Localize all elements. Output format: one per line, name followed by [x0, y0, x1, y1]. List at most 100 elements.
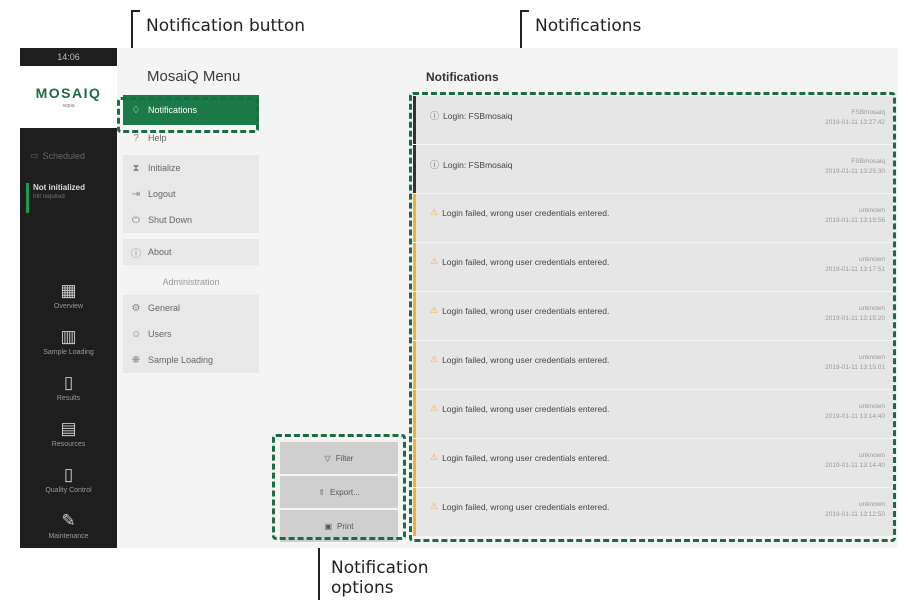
menu-item-sample-loading[interactable]: ❋ Sample Loading [123, 347, 259, 373]
resources-icon: ▤ [60, 419, 77, 438]
notification-meta: unknown 2019-01-11 13:15:20 [825, 304, 885, 324]
warning-icon: ⚠ [430, 305, 439, 315]
notification-message: Login failed, wrong user credentials ent… [442, 501, 610, 512]
menu-item-notifications[interactable]: ♢ Notifications [123, 95, 259, 125]
menu-item-help[interactable]: ? Help [123, 125, 259, 151]
rail-status[interactable]: ▭ Scheduled [30, 150, 107, 161]
callout-notification-options-line2: options [331, 578, 394, 598]
logout-icon: ⇥ [131, 188, 141, 200]
export-button-label: Export... [329, 487, 360, 497]
menu-item-label: Help [148, 133, 167, 143]
menu-item-shut-down[interactable]: ⏻ Shut Down [123, 207, 259, 233]
notification-item[interactable]: ⚠ Login failed, wrong user credentials en… [413, 390, 893, 438]
notification-time: 2019-01-11 13:25:30 [825, 168, 885, 175]
print-button[interactable]: ▣ Print [280, 510, 398, 542]
notification-user: unknown [858, 305, 885, 312]
rail-item-label: Overview [53, 303, 84, 310]
menu-item-users[interactable]: ☺ Users [123, 321, 259, 347]
users-icon: ☺ [131, 328, 142, 340]
notification-message: Login failed, wrong user credentials ent… [442, 207, 610, 218]
qc-icon: ▯ [63, 465, 74, 484]
rail-item-label: Resources [51, 441, 86, 448]
callout-line-notification-button-tick [131, 10, 140, 12]
notification-time: 2019-01-11 13:27:42 [825, 119, 885, 126]
notification-time: 2019-01-11 13:17:51 [825, 266, 885, 273]
notification-user: unknown [858, 207, 885, 214]
menu-item-label: Users [148, 329, 172, 339]
menu-group-session: ⧗ Initialize ⇥ Logout ⏻ Shut Down [123, 155, 259, 233]
init-status[interactable]: Not initialized Init required [26, 183, 111, 213]
bell-icon: ♢ [131, 104, 141, 116]
rail-item-quality-control[interactable]: ▯ Quality Control [20, 457, 117, 503]
notification-time: 2019-01-11 13:15:01 [825, 364, 885, 371]
power-icon: ⏻ [132, 214, 140, 226]
notification-item[interactable]: ⓘ Login: FSBmosaiq FSBmosaiq 2019-01-11 13… [413, 145, 893, 193]
menu-item-logout[interactable]: ⇥ Logout [123, 181, 259, 207]
notification-message-row: ⚠ Login failed, wrong user credentials en… [430, 501, 609, 512]
export-button[interactable]: ⇪ Export... [280, 476, 398, 508]
menu-item-label: Initialize [148, 163, 181, 173]
notifications-title: Notifications [426, 70, 499, 84]
notification-meta: FSBmosaiq 2019-01-11 13:27:42 [825, 108, 885, 128]
menu-panel: ♢ Notifications ? Help ⧗ Initialize ⇥ Lo… [123, 95, 259, 379]
rail-item-sample-loading[interactable]: ▥ Sample Loading [20, 319, 117, 365]
notification-item[interactable]: ⚠ Login failed, wrong user credentials en… [413, 292, 893, 340]
notification-user: FSBmosaiq [851, 109, 885, 116]
notification-time: 2019-01-11 13:12:50 [825, 511, 885, 518]
menu-section-administration: Administration [162, 277, 220, 287]
rail-item-label: Sample Loading [43, 349, 94, 356]
help-icon: ? [133, 132, 139, 144]
notification-message: Login failed, wrong user credentials ent… [442, 354, 610, 365]
grid-icon: ▦ [60, 281, 77, 300]
notification-time: 2019-01-11 13:19:56 [825, 217, 885, 224]
print-icon: ▣ [324, 521, 333, 531]
rail-item-label: Maintenance [48, 533, 89, 540]
notifications-list: ⓘ Login: FSBmosaiq FSBmosaiq 2019-01-11 13… [413, 96, 893, 537]
notification-message: Login failed, wrong user credentials ent… [442, 452, 610, 463]
notification-meta: unknown 2019-01-11 13:19:56 [825, 206, 885, 226]
menu-item-about[interactable]: ⓘ About [123, 239, 259, 265]
print-button-label: Print [337, 521, 354, 531]
notification-time: 2019-01-11 13:14:40 [825, 413, 885, 420]
clock: 14:06 [57, 52, 80, 62]
callout-notification-button: Notification button [146, 16, 306, 36]
notification-user: FSBmosaiq [851, 158, 885, 165]
notification-user: unknown [858, 403, 885, 410]
logo-subtitle: sepia [62, 103, 75, 109]
notification-item[interactable]: ⚠ Login failed, wrong user credentials en… [413, 341, 893, 389]
menu-item-label: Notifications [148, 105, 198, 115]
callout-notification-options: Notification options [331, 558, 429, 598]
notification-time: 2019-01-11 13:14:40 [825, 462, 885, 469]
notification-message: Login: FSBmosaiq [443, 110, 513, 121]
filter-button[interactable]: ▽ Filter [280, 442, 398, 474]
notification-item[interactable]: ⚠ Login failed, wrong user credentials en… [413, 243, 893, 291]
rail-item-maintenance[interactable]: ✎ Maintenance [20, 503, 117, 548]
menu-item-label: Shut Down [148, 215, 193, 225]
menu-item-label: About [148, 247, 172, 257]
menu-item-general[interactable]: ⚙ General [123, 295, 259, 321]
rail-item-resources[interactable]: ▤ Resources [20, 411, 117, 457]
export-icon: ⇪ [318, 487, 325, 497]
notification-item[interactable]: ⚠ Login failed, wrong user credentials en… [413, 194, 893, 242]
notification-user: unknown [858, 452, 885, 459]
notification-item[interactable]: ⓘ Login: FSBmosaiq FSBmosaiq 2019-01-11 13… [413, 96, 893, 144]
info-icon: ⓘ [430, 111, 440, 121]
menu-group-about: ⓘ About [123, 239, 259, 265]
settings-icon: ⚙ [131, 302, 141, 314]
rail-item-results[interactable]: ▯ Results [20, 365, 117, 411]
filter-icon: ▽ [324, 453, 331, 463]
rail-status-label: Scheduled [42, 150, 86, 161]
notification-meta: FSBmosaiq 2019-01-11 13:25:30 [825, 157, 885, 177]
filter-button-label: Filter [335, 453, 354, 463]
notification-message-row: ⚠ Login failed, wrong user credentials en… [430, 354, 609, 365]
notification-item[interactable]: ⚠ Login failed, wrong user credentials en… [413, 439, 893, 487]
rail-item-overview[interactable]: ▦ Overview [20, 273, 117, 319]
warning-icon: ⚠ [430, 501, 439, 511]
warning-icon: ⚠ [430, 452, 439, 462]
notification-user: unknown [858, 354, 885, 361]
warning-icon: ⚠ [430, 354, 439, 364]
app-window: 14:06 MOSAIQ sepia ▭ Scheduled Not initi… [20, 48, 898, 548]
notification-item[interactable]: ⚠ Login failed, wrong user credentials en… [413, 488, 893, 536]
menu-item-initialize[interactable]: ⧗ Initialize [123, 155, 259, 181]
notification-message-row: ⚠ Login failed, wrong user credentials en… [430, 207, 609, 218]
